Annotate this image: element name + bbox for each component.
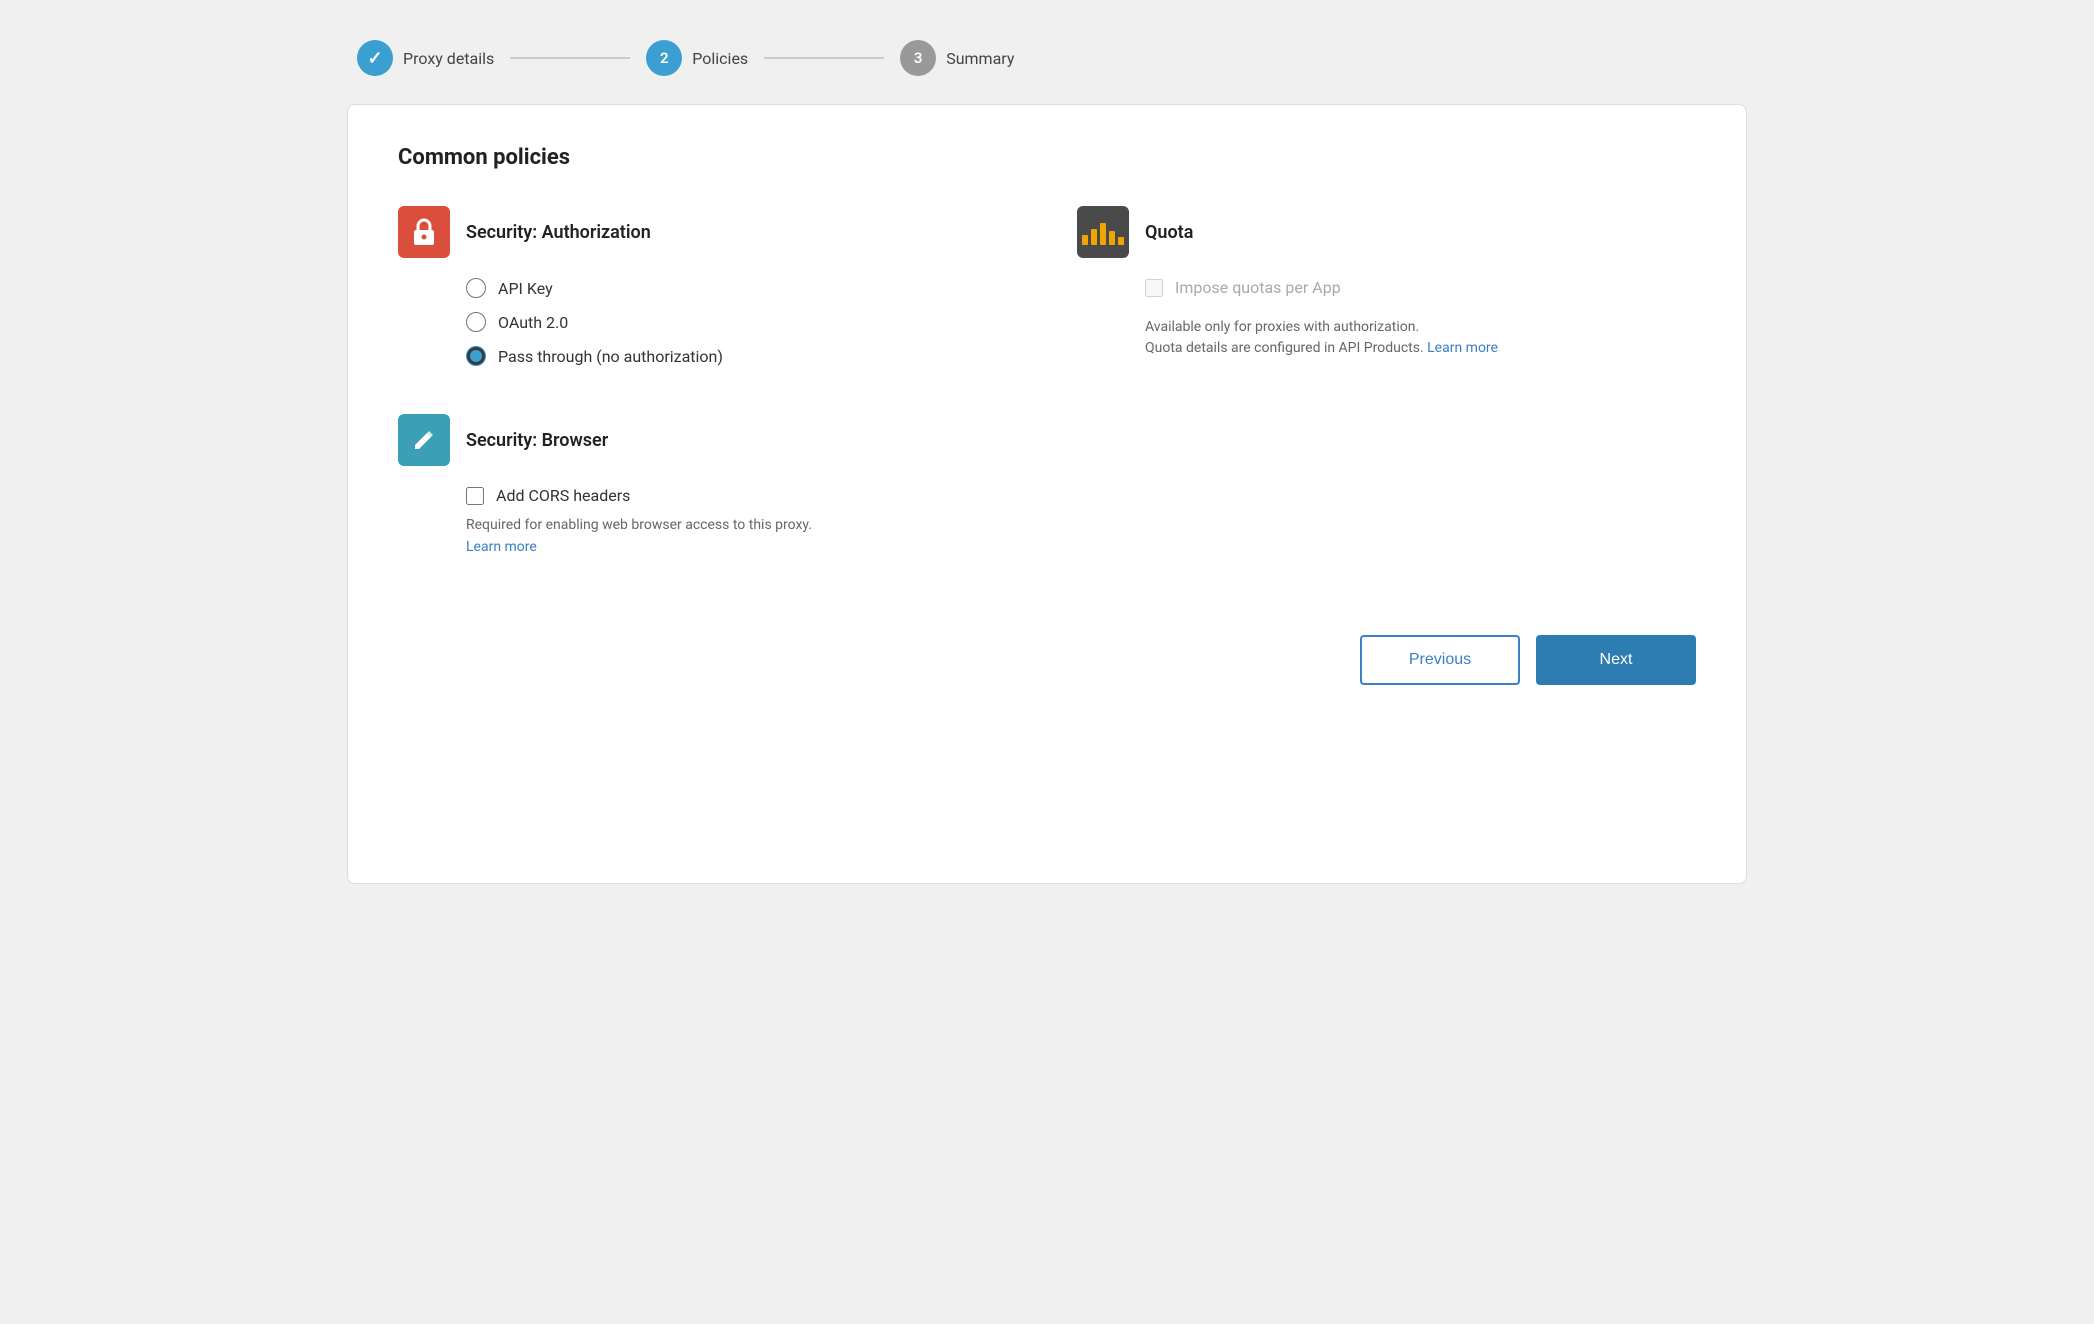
cors-description: Required for enabling web browser access…	[398, 515, 1696, 555]
quota-bars-icon	[1082, 219, 1124, 245]
cors-checkbox-item[interactable]: Add CORS headers	[466, 486, 1696, 505]
radio-api-key[interactable]: API Key	[466, 278, 1017, 298]
main-card: Common policies Security: Authorization	[347, 104, 1747, 884]
stepper: ✓ Proxy details 2 Policies 3 Summary	[347, 20, 1747, 104]
quota-description: Available only for proxies with authoriz…	[1077, 313, 1696, 359]
step-1-circle: ✓	[357, 40, 393, 76]
quota-checkbox-item: Impose quotas per App	[1145, 278, 1696, 297]
previous-button[interactable]: Previous	[1360, 635, 1520, 685]
card-title: Common policies	[398, 145, 1696, 170]
step-proxy-details: ✓ Proxy details	[357, 40, 494, 76]
quota-learn-more-link[interactable]: Learn more	[1427, 340, 1498, 356]
step-2-label: Policies	[692, 49, 748, 68]
quota-desc-line1: Available only for proxies with authoriz…	[1145, 317, 1696, 359]
browser-section: Security: Browser Add CORS headers Requi…	[398, 414, 1696, 555]
lock-icon	[410, 217, 438, 247]
step-3-circle: 3	[900, 40, 936, 76]
authorization-section: Security: Authorization API Key OAuth 2.…	[398, 206, 1017, 366]
cors-desc-text: Required for enabling web browser access…	[466, 515, 1696, 536]
step-2-number: 2	[660, 49, 669, 67]
cors-checkbox-input[interactable]	[466, 487, 484, 505]
quota-header: Quota	[1077, 206, 1696, 258]
radio-pass-through-input[interactable]	[466, 346, 486, 366]
radio-oauth2-label: OAuth 2.0	[498, 313, 568, 332]
step-3-number: 3	[914, 49, 923, 67]
radio-api-key-label: API Key	[498, 279, 553, 298]
radio-api-key-input[interactable]	[466, 278, 486, 298]
radio-oauth2[interactable]: OAuth 2.0	[466, 312, 1017, 332]
bar-3	[1100, 223, 1106, 245]
browser-icon	[398, 414, 450, 466]
radio-oauth2-input[interactable]	[466, 312, 486, 332]
bar-1	[1082, 235, 1088, 245]
browser-header: Security: Browser	[398, 414, 1696, 466]
radio-pass-through-label: Pass through (no authorization)	[498, 347, 723, 366]
step-connector-2	[764, 57, 884, 59]
policies-grid: Security: Authorization API Key OAuth 2.…	[398, 206, 1696, 366]
authorization-header: Security: Authorization	[398, 206, 1017, 258]
step-summary: 3 Summary	[900, 40, 1014, 76]
next-button[interactable]: Next	[1536, 635, 1696, 685]
step-2-circle: 2	[646, 40, 682, 76]
cors-learn-more-link[interactable]: Learn more	[466, 539, 537, 555]
quota-icon	[1077, 206, 1129, 258]
authorization-radio-group: API Key OAuth 2.0 Pass through (no autho…	[398, 278, 1017, 366]
step-1-label: Proxy details	[403, 49, 494, 68]
quota-section: Quota Impose quotas per App Available on…	[1077, 206, 1696, 366]
pen-icon	[411, 427, 437, 453]
radio-pass-through[interactable]: Pass through (no authorization)	[466, 346, 1017, 366]
cors-checkbox-label: Add CORS headers	[496, 486, 630, 505]
authorization-icon	[398, 206, 450, 258]
button-row: Previous Next	[398, 615, 1696, 685]
quota-checkbox-input	[1145, 279, 1163, 297]
bar-2	[1091, 229, 1097, 245]
quota-checkbox-label: Impose quotas per App	[1175, 278, 1341, 297]
checkmark-icon: ✓	[367, 48, 382, 69]
step-policies: 2 Policies	[646, 40, 748, 76]
step-connector-1	[510, 57, 630, 59]
bar-5	[1118, 237, 1124, 245]
step-3-label: Summary	[946, 49, 1014, 68]
quota-title: Quota	[1145, 222, 1193, 243]
browser-title: Security: Browser	[466, 430, 608, 451]
cors-checkbox-group: Add CORS headers	[398, 486, 1696, 505]
bar-4	[1109, 231, 1115, 245]
authorization-title: Security: Authorization	[466, 222, 651, 243]
page-wrapper: ✓ Proxy details 2 Policies 3 Summary Com…	[347, 20, 1747, 884]
quota-checkbox-group: Impose quotas per App	[1077, 278, 1696, 307]
